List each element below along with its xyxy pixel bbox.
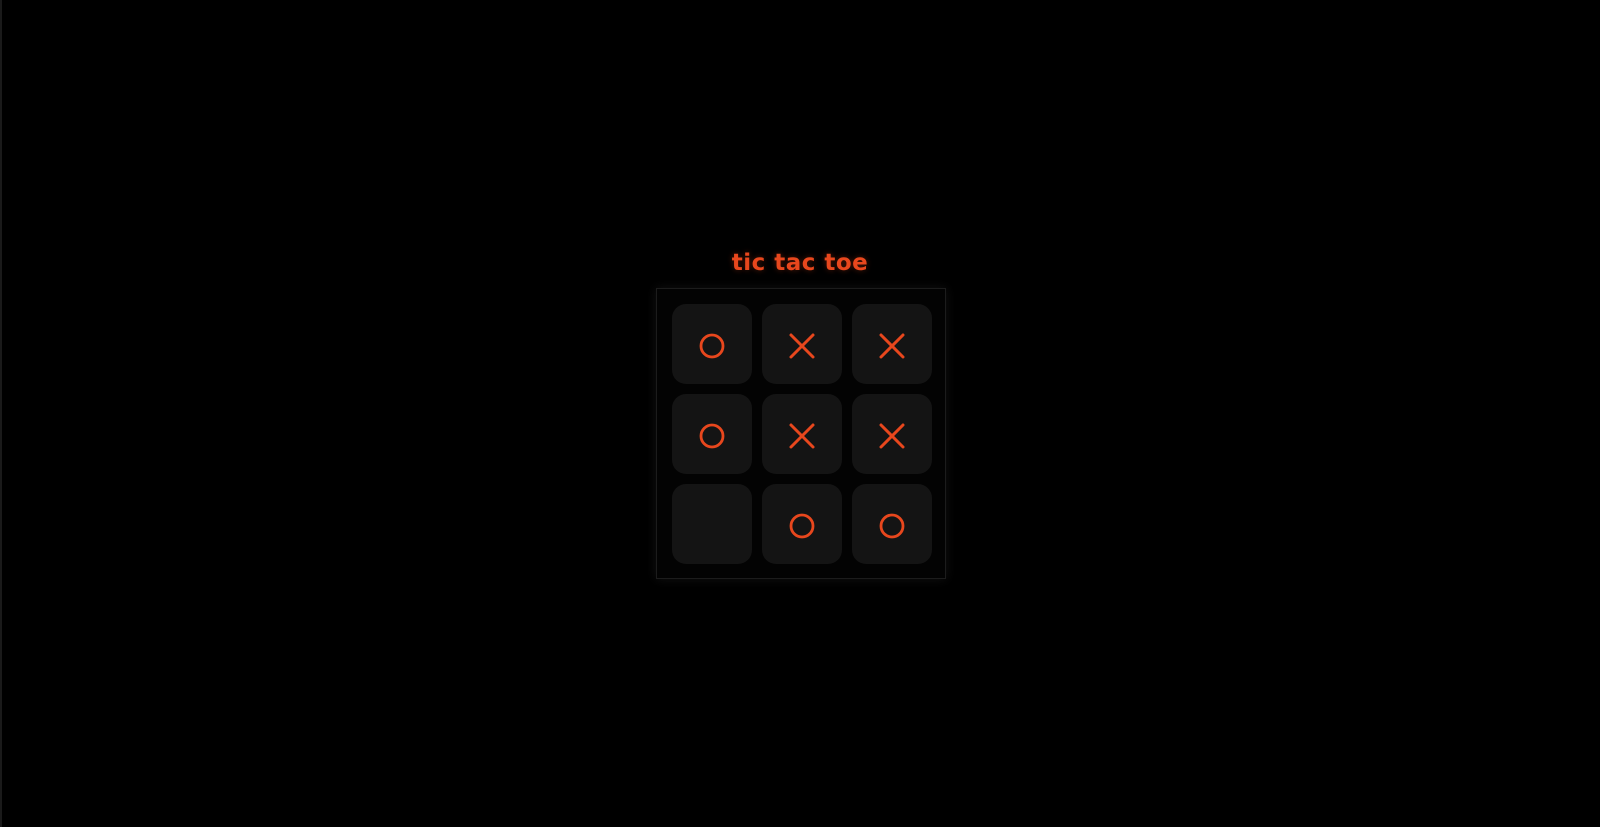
x-mark-icon (879, 333, 905, 359)
board-cell-r3-c1[interactable] (672, 484, 752, 564)
game-title: tic tac toe (731, 250, 869, 276)
game-board (656, 288, 946, 579)
board-cell-r2-c3[interactable] (852, 394, 932, 474)
o-mark-icon (699, 423, 725, 449)
o-mark-icon (879, 513, 905, 539)
o-mark-icon (699, 333, 725, 359)
board-cell-r1-c2[interactable] (762, 304, 842, 384)
board-cell-r3-c2[interactable] (762, 484, 842, 564)
board-cell-r2-c2[interactable] (762, 394, 842, 474)
x-mark-icon (789, 333, 815, 359)
x-mark-icon (789, 423, 815, 449)
board-cell-r1-c3[interactable] (852, 304, 932, 384)
o-mark-icon (789, 513, 815, 539)
board-cell-r2-c1[interactable] (672, 394, 752, 474)
board-cell-r3-c3[interactable] (852, 484, 932, 564)
board-cell-r1-c1[interactable] (672, 304, 752, 384)
x-mark-icon (879, 423, 905, 449)
window-left-edge (0, 0, 2, 827)
